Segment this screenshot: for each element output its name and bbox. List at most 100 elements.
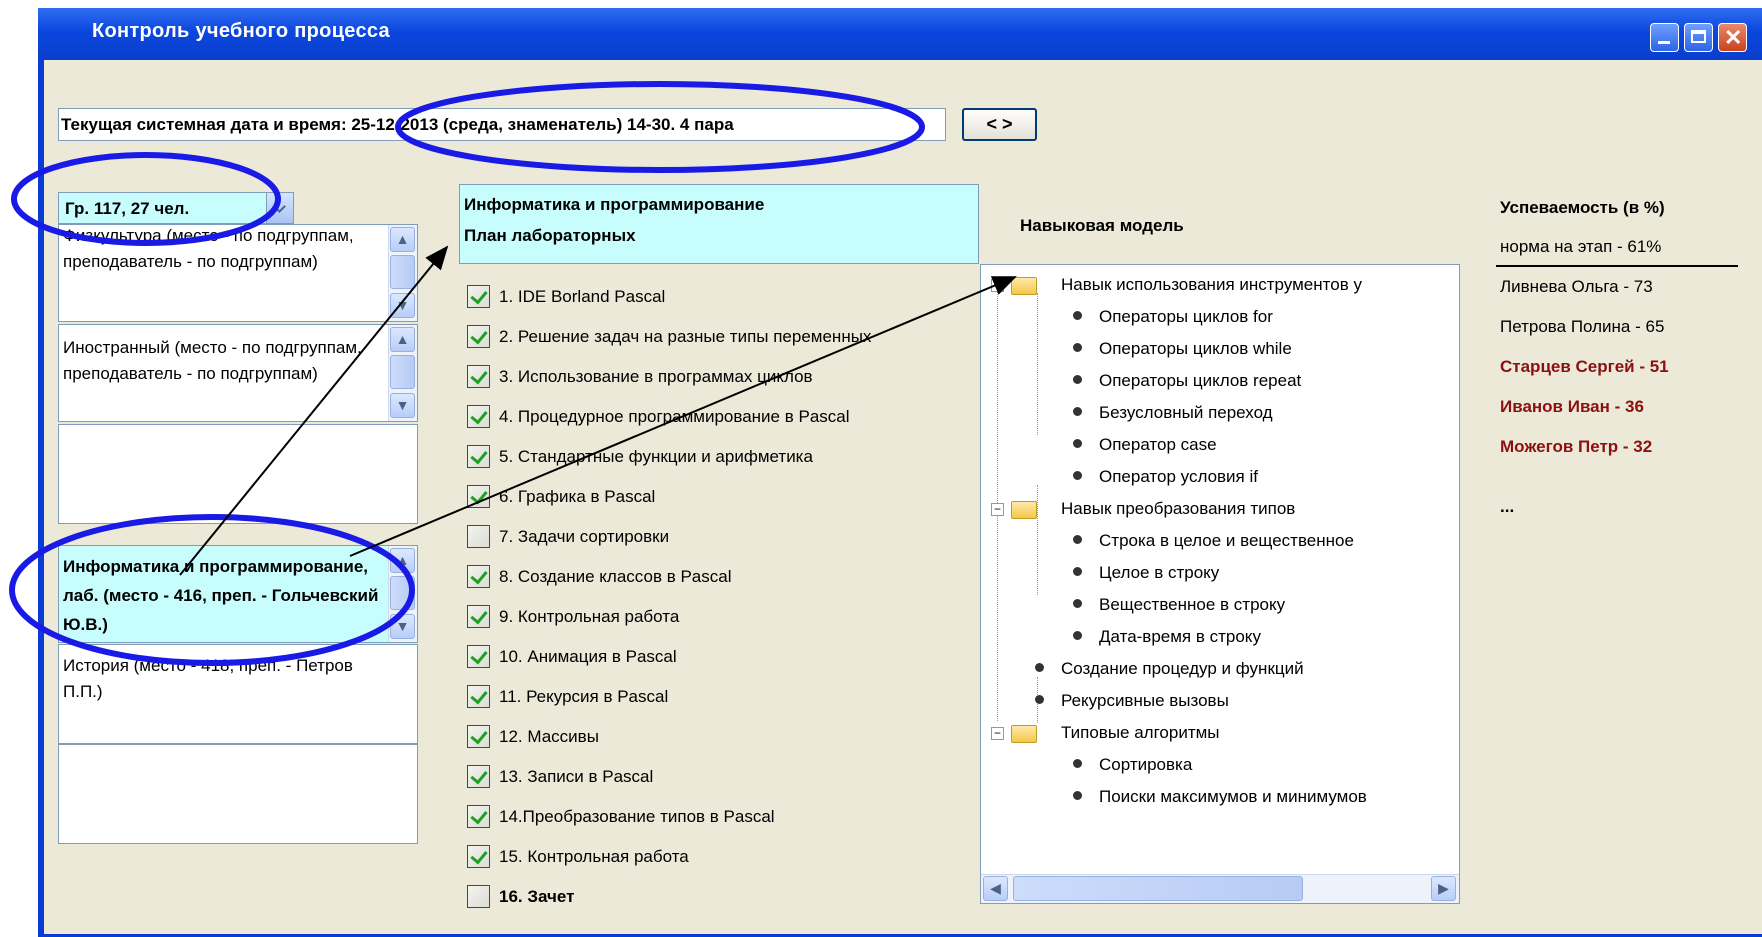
lab-checkbox[interactable]: [467, 645, 490, 668]
lab-label: 11. Рекурсия в Pascal: [499, 687, 669, 706]
scroll-thumb[interactable]: [1013, 876, 1303, 901]
plan-subject: Информатика и программирование: [464, 195, 765, 214]
close-button[interactable]: ✕: [1718, 23, 1747, 52]
scroll-left-icon[interactable]: ◀: [983, 876, 1008, 901]
skills-hscrollbar[interactable]: ◀ ▶: [981, 874, 1459, 903]
lab-checkbox[interactable]: [467, 845, 490, 868]
plan-header: Информатика и программирование План лабо…: [459, 184, 979, 264]
bullet-icon: [1073, 407, 1082, 416]
collapse-icon[interactable]: −: [991, 279, 1004, 292]
student-row-below-norm: Старцев Сергей - 51: [1500, 357, 1669, 376]
scroll-down-icon[interactable]: ▼: [390, 614, 415, 639]
progress-title: Успеваемость (в %): [1500, 198, 1665, 217]
schedule-scrollbar[interactable]: ▲ ▼: [388, 225, 417, 321]
lab-checkbox[interactable]: [467, 725, 490, 748]
scroll-down-icon[interactable]: ▼: [390, 293, 415, 318]
tree-node[interactable]: Строка в целое и вещественное: [1073, 531, 1354, 551]
tree-node[interactable]: Поиски максимумов и минимумов: [1073, 787, 1367, 807]
schedule-item-empty[interactable]: [58, 424, 418, 524]
tree-node-label: Операторы циклов repeat: [1099, 371, 1302, 390]
group-select[interactable]: Гр. 117, 27 чел.: [58, 192, 294, 224]
schedule-item[interactable]: Иностранный (место - по подгруппам, преп…: [58, 324, 418, 422]
minimize-button[interactable]: [1650, 23, 1679, 52]
scroll-thumb[interactable]: [390, 255, 415, 289]
lab-checkbox[interactable]: [467, 405, 490, 428]
lab-checkbox[interactable]: [467, 485, 490, 508]
bullet-icon: [1035, 695, 1044, 704]
lab-label: 6. Графика в Pascal: [499, 487, 656, 506]
tree-node[interactable]: Операторы циклов repeat: [1073, 371, 1302, 391]
schedule-item[interactable]: Физкультура (место - по подгруппам, преп…: [58, 224, 418, 322]
student-row-below-norm: Иванов Иван - 36: [1500, 397, 1644, 416]
tree-node[interactable]: Вещественное в строку: [1073, 595, 1285, 615]
tree-node[interactable]: Навык преобразования типов: [1061, 499, 1295, 519]
tree-node[interactable]: Дата-время в строку: [1073, 627, 1261, 647]
scroll-up-icon[interactable]: ▲: [390, 548, 415, 573]
tree-node-label: Рекурсивные вызовы: [1061, 691, 1229, 710]
skills-tree[interactable]: − Навык использования инструментов у Опе…: [980, 264, 1460, 904]
schedule-item-empty[interactable]: [58, 744, 418, 844]
lab-label: 9. Контрольная работа: [499, 607, 680, 626]
scroll-thumb[interactable]: [390, 576, 415, 610]
tree-node[interactable]: Рекурсивные вызовы: [1035, 691, 1229, 711]
lab-checkbox[interactable]: [467, 885, 490, 908]
lab-checkbox[interactable]: [467, 285, 490, 308]
lab-checkbox[interactable]: [467, 685, 490, 708]
bullet-icon: [1073, 343, 1082, 352]
group-dropdown-button[interactable]: [266, 192, 294, 224]
tree-node[interactable]: Операторы циклов for: [1073, 307, 1273, 327]
schedule-scrollbar[interactable]: ▲ ▼: [388, 546, 417, 642]
tree-node[interactable]: Операторы циклов while: [1073, 339, 1292, 359]
collapse-icon[interactable]: −: [991, 727, 1004, 740]
scroll-up-icon[interactable]: ▲: [390, 227, 415, 252]
tree-node-label: Операторы циклов while: [1099, 339, 1292, 358]
skills-title: Навыковая модель: [1020, 216, 1184, 235]
collapse-icon[interactable]: −: [991, 503, 1004, 516]
group-selected: Гр. 117, 27 чел.: [65, 199, 190, 218]
window-title: Контроль учебного процесса: [92, 20, 390, 42]
bullet-icon: [1073, 311, 1082, 320]
schedule-item-current[interactable]: Информатика и программирование, лаб. (ме…: [58, 545, 418, 643]
bullet-icon: [1035, 663, 1044, 672]
scroll-right-icon[interactable]: ▶: [1431, 876, 1456, 901]
schedule-item-text: Информатика и программирование, лаб. (ме…: [63, 557, 379, 634]
schedule-item-text: История (место - 418, преп. - Петров П.П…: [63, 656, 353, 701]
lab-label: 3. Использование в программах циклов: [499, 367, 813, 386]
scroll-down-icon[interactable]: ▼: [390, 393, 415, 418]
lab-checkbox[interactable]: [467, 605, 490, 628]
lab-checkbox[interactable]: [467, 445, 490, 468]
lab-checkbox[interactable]: [467, 325, 490, 348]
lab-checkbox[interactable]: [467, 805, 490, 828]
lab-checkbox[interactable]: [467, 365, 490, 388]
lab-checkbox[interactable]: [467, 765, 490, 788]
folder-icon: [1011, 725, 1037, 743]
tree-node[interactable]: Сортировка: [1073, 755, 1192, 775]
bullet-icon: [1073, 375, 1082, 384]
date-nav-button[interactable]: < >: [962, 108, 1037, 141]
bullet-icon: [1073, 471, 1082, 480]
schedule-item[interactable]: История (место - 418, преп. - Петров П.П…: [58, 644, 418, 744]
lab-label: 14.Преобразование типов в Pascal: [499, 807, 775, 826]
tree-node-label: Операторы циклов for: [1099, 307, 1273, 326]
tree-node[interactable]: Оператор условия if: [1073, 467, 1258, 487]
bullet-icon: [1073, 567, 1082, 576]
lab-label: 12. Массивы: [499, 727, 599, 746]
lab-label: 1. IDE Borland Pascal: [499, 287, 666, 306]
lab-label: 13. Записи в Pascal: [499, 767, 654, 786]
tree-node[interactable]: Создание процедур и функций: [1035, 659, 1304, 679]
tree-node[interactable]: Безусловный переход: [1073, 403, 1273, 423]
schedule-scrollbar[interactable]: ▲ ▼: [388, 325, 417, 421]
maximize-button[interactable]: [1684, 23, 1713, 52]
bullet-icon: [1073, 791, 1082, 800]
tree-node[interactable]: Оператор case: [1073, 435, 1217, 455]
lab-checkbox[interactable]: [467, 525, 490, 548]
progress-norm: норма на этап - 61%: [1500, 237, 1662, 256]
lab-checkbox[interactable]: [467, 565, 490, 588]
bullet-icon: [1073, 759, 1082, 768]
tree-node[interactable]: Типовые алгоритмы: [1061, 723, 1220, 743]
scroll-thumb[interactable]: [390, 355, 415, 389]
scroll-up-icon[interactable]: ▲: [390, 327, 415, 352]
bullet-icon: [1073, 535, 1082, 544]
tree-node[interactable]: Целое в строку: [1073, 563, 1219, 583]
tree-node[interactable]: Навык использования инструментов у: [1061, 275, 1362, 295]
